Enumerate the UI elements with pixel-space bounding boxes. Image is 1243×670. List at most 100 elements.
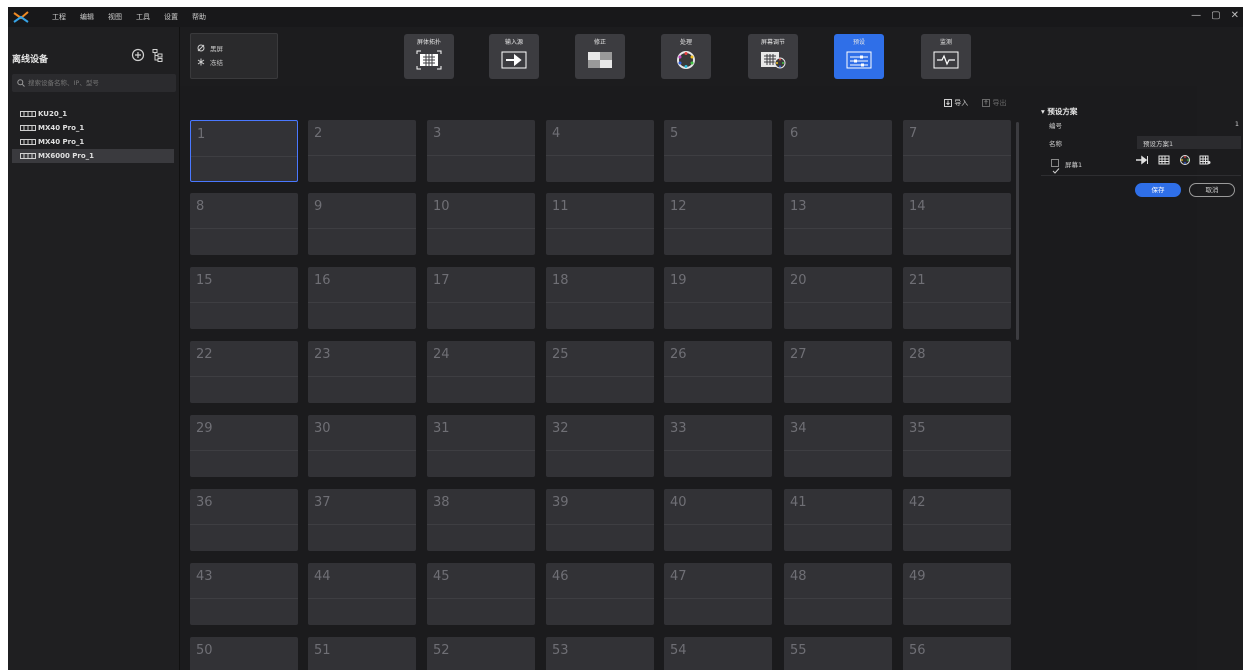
tool-label: 输入源 xyxy=(504,39,523,46)
preset-tile[interactable]: 29 xyxy=(190,415,298,477)
tool-topology[interactable]: 屏体拓扑 xyxy=(404,34,454,79)
preset-tile[interactable]: 37 xyxy=(308,489,416,551)
preset-tile[interactable]: 54 xyxy=(664,637,772,670)
preset-tile[interactable]: 27 xyxy=(784,341,892,403)
tool-processing[interactable]: 处理 xyxy=(661,34,711,79)
preset-tile[interactable]: 22 xyxy=(190,341,298,403)
menu-view[interactable]: 视图 xyxy=(108,12,122,22)
preset-tile[interactable]: 30 xyxy=(308,415,416,477)
device-item[interactable]: MX40 Pro_1 xyxy=(12,135,174,149)
freeze-toggle[interactable]: 冻结 xyxy=(197,55,277,69)
preset-tile[interactable]: 52 xyxy=(427,637,535,670)
maximize-button[interactable]: ▢ xyxy=(1211,10,1220,21)
preset-tile[interactable]: 4 xyxy=(546,120,654,182)
screen-adjust-icon[interactable] xyxy=(1199,155,1211,165)
preset-tile[interactable]: 19 xyxy=(664,267,772,329)
preset-tile[interactable]: 40 xyxy=(664,489,772,551)
preset-tile[interactable]: 45 xyxy=(427,563,535,625)
tool-screen-adjust[interactable]: 屏幕调节 xyxy=(748,34,798,79)
device-item[interactable]: MX40 Pro_1 xyxy=(12,121,174,135)
preset-tile[interactable]: 56 xyxy=(903,637,1011,670)
preset-tile[interactable]: 21 xyxy=(903,267,1011,329)
tool-preset[interactable]: 预设 xyxy=(834,34,884,79)
preset-tile[interactable]: 15 xyxy=(190,267,298,329)
preset-tile[interactable]: 51 xyxy=(308,637,416,670)
device-search-input[interactable] xyxy=(28,79,168,87)
preset-tile[interactable]: 8 xyxy=(190,193,298,255)
tool-correction[interactable]: 修正 xyxy=(575,34,625,79)
preset-tile[interactable]: 33 xyxy=(664,415,772,477)
preset-tile-selected[interactable]: 1 xyxy=(190,120,298,182)
import-button[interactable]: 导入 xyxy=(944,98,968,108)
preset-tile[interactable]: 39 xyxy=(546,489,654,551)
menu-edit[interactable]: 编辑 xyxy=(80,12,94,22)
preset-tile[interactable]: 41 xyxy=(784,489,892,551)
preset-tile[interactable]: 9 xyxy=(308,193,416,255)
tool-input-source[interactable]: 输入源 xyxy=(489,34,539,79)
preset-tile[interactable]: 28 xyxy=(903,341,1011,403)
save-button[interactable]: 保存 xyxy=(1135,183,1181,197)
processing-icon[interactable] xyxy=(1179,155,1191,165)
preset-tile[interactable]: 49 xyxy=(903,563,1011,625)
cancel-button[interactable]: 取消 xyxy=(1189,183,1235,197)
export-button[interactable]: 导出 xyxy=(982,98,1006,108)
screen1-checkbox[interactable] xyxy=(1051,159,1060,174)
preset-tile[interactable]: 17 xyxy=(427,267,535,329)
preset-tile[interactable]: 31 xyxy=(427,415,535,477)
preset-tile[interactable]: 55 xyxy=(784,637,892,670)
preset-tile[interactable]: 35 xyxy=(903,415,1011,477)
preset-tile[interactable]: 2 xyxy=(308,120,416,182)
add-device-icon[interactable] xyxy=(131,47,145,62)
preset-tile[interactable]: 23 xyxy=(308,341,416,403)
menu-project[interactable]: 工程 xyxy=(52,12,66,22)
preset-tile[interactable]: 36 xyxy=(190,489,298,551)
freeze-label: 冻结 xyxy=(210,59,223,67)
blackout-toggle[interactable]: 黑屏 xyxy=(197,41,277,55)
topology-icon[interactable] xyxy=(1157,155,1171,165)
preset-tile[interactable]: 43 xyxy=(190,563,298,625)
preset-tile[interactable]: 13 xyxy=(784,193,892,255)
preset-tile[interactable]: 12 xyxy=(664,193,772,255)
preset-name-input[interactable] xyxy=(1137,136,1241,149)
device-item[interactable]: KU20_1 xyxy=(12,107,174,121)
preset-tile[interactable]: 11 xyxy=(546,193,654,255)
menu-settings[interactable]: 设置 xyxy=(164,12,178,22)
grid-scrollbar[interactable] xyxy=(1016,122,1019,340)
preset-tile[interactable]: 3 xyxy=(427,120,535,182)
tool-monitor[interactable]: 监测 xyxy=(921,34,971,79)
preset-tile[interactable]: 6 xyxy=(784,120,892,182)
preset-tile[interactable]: 26 xyxy=(664,341,772,403)
preset-tile[interactable]: 50 xyxy=(190,637,298,670)
preset-tile[interactable]: 53 xyxy=(546,637,654,670)
preset-tile[interactable]: 44 xyxy=(308,563,416,625)
screen1-preset-icons xyxy=(1135,155,1211,165)
device-icon xyxy=(20,125,36,131)
input-source-icon[interactable] xyxy=(1135,155,1149,165)
preset-tile[interactable]: 47 xyxy=(664,563,772,625)
preset-tile[interactable]: 42 xyxy=(903,489,1011,551)
preset-tile[interactable]: 38 xyxy=(427,489,535,551)
menu-tools[interactable]: 工具 xyxy=(136,12,150,22)
preset-tile[interactable]: 25 xyxy=(546,341,654,403)
preset-tile[interactable]: 34 xyxy=(784,415,892,477)
blackout-label: 黑屏 xyxy=(210,45,223,53)
preset-tile[interactable]: 7 xyxy=(903,120,1011,182)
preset-tile[interactable]: 48 xyxy=(784,563,892,625)
menu-help[interactable]: 帮助 xyxy=(192,12,206,22)
preset-tile[interactable]: 5 xyxy=(664,120,772,182)
preset-tile[interactable]: 20 xyxy=(784,267,892,329)
preset-number: 28 xyxy=(909,347,926,362)
preset-tile[interactable]: 16 xyxy=(308,267,416,329)
minimize-button[interactable]: — xyxy=(1191,10,1201,21)
preset-tile[interactable]: 10 xyxy=(427,193,535,255)
preset-panel-title[interactable]: ▾ 预设方案 xyxy=(1041,106,1077,117)
close-button[interactable]: ✕ xyxy=(1231,10,1239,21)
preset-tile[interactable]: 32 xyxy=(546,415,654,477)
screen-adjust-icon xyxy=(761,52,786,69)
preset-tile[interactable]: 24 xyxy=(427,341,535,403)
tree-view-icon[interactable] xyxy=(151,47,165,62)
device-item-selected[interactable]: MX6000 Pro_1 xyxy=(12,149,174,163)
preset-tile[interactable]: 14 xyxy=(903,193,1011,255)
preset-tile[interactable]: 18 xyxy=(546,267,654,329)
preset-tile[interactable]: 46 xyxy=(546,563,654,625)
